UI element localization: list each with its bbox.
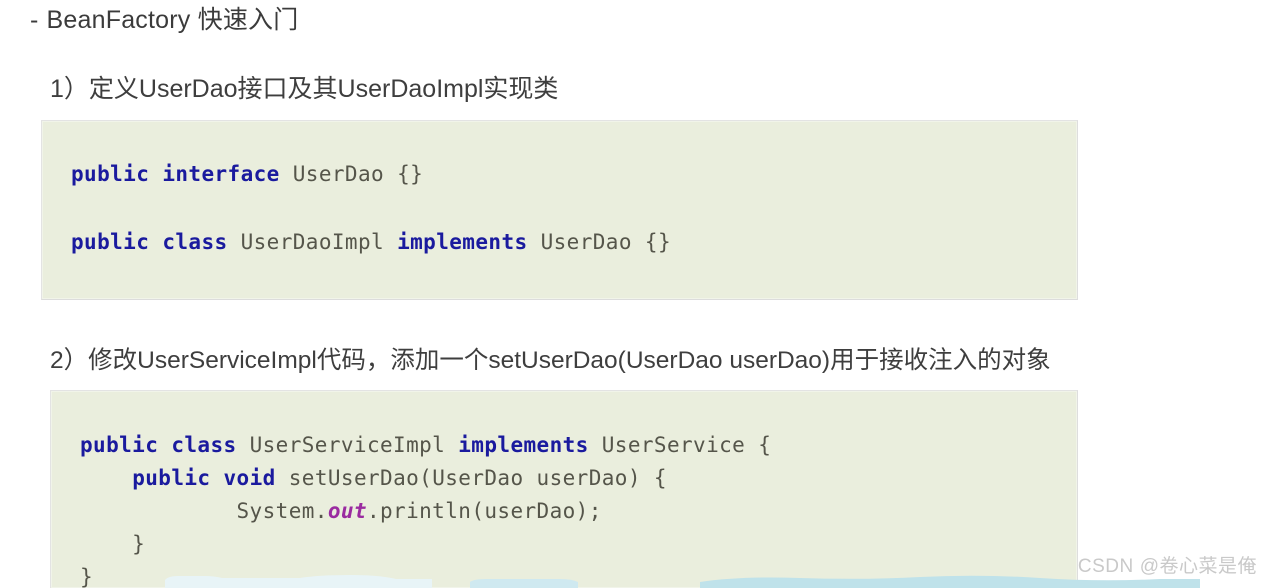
code-line: public class UserDaoImpl implements User… <box>42 230 1077 254</box>
code-token: class <box>162 230 228 254</box>
code-token: implements <box>458 433 589 457</box>
code-line: } <box>51 561 1077 588</box>
step-1-heading: 1）定义UserDao接口及其UserDaoImpl实现类 <box>50 75 559 103</box>
code-token: public <box>71 230 150 254</box>
code-token: public <box>80 433 159 457</box>
code-token: UserDao {} <box>279 162 424 186</box>
code-line: public void setUserDao(UserDao userDao) … <box>51 462 1077 495</box>
code-line: public interface UserDao {} <box>42 162 1077 186</box>
code-line: System.out.println(userDao); <box>51 495 1077 528</box>
code-token: public <box>71 162 150 186</box>
step-2-heading: 2）修改UserServiceImpl代码，添加一个setUserDao(Use… <box>50 347 1051 374</box>
watermark-brand: CSDN <box>1077 556 1134 577</box>
code-line: } <box>51 528 1077 561</box>
code-block-step-2: public class UserServiceImpl implements … <box>50 390 1078 588</box>
page-title: - BeanFactory 快速入门 <box>30 2 298 38</box>
watermark-author: @卷心菜是俺 <box>1139 556 1257 577</box>
watermark: CSDN @卷心菜是俺 <box>1078 551 1257 578</box>
code-token-field: out <box>327 499 367 523</box>
code-token: UserServiceImpl <box>236 433 459 457</box>
code-token: } <box>80 565 94 588</box>
title-dash-icon: - <box>30 6 39 34</box>
page-title-text: BeanFactory 快速入门 <box>46 6 299 34</box>
code-token: class <box>171 433 237 457</box>
code-token: System. <box>80 499 328 523</box>
code-token: UserDao {} <box>527 230 672 254</box>
code-token: interface <box>162 162 280 186</box>
code-token: setUserDao(UserDao userDao) { <box>275 466 667 490</box>
code-token: void <box>223 466 276 490</box>
code-block-step-1: public interface UserDao {} public class… <box>41 120 1078 300</box>
code-token: UserDaoImpl <box>227 230 398 254</box>
code-token: implements <box>397 230 528 254</box>
code-token: UserService { <box>588 433 772 457</box>
code-token: .println(userDao); <box>366 499 602 523</box>
code-token: public <box>132 466 211 490</box>
code-line: public class UserServiceImpl implements … <box>51 429 1077 462</box>
code-token: } <box>80 532 146 556</box>
